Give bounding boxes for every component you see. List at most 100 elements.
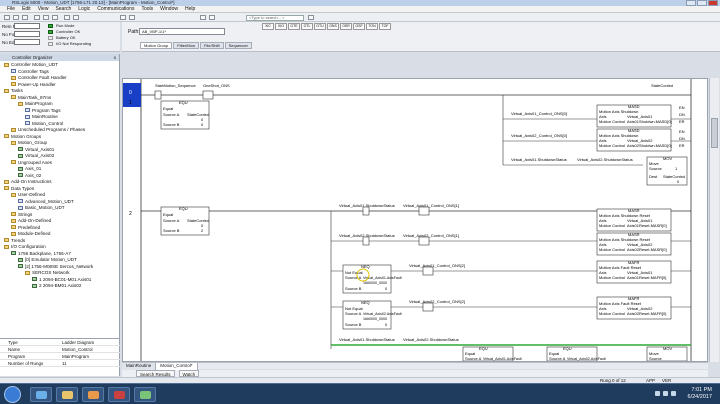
taskbar-media[interactable] xyxy=(82,387,104,402)
tree-item[interactable]: [2] 1756-M08SE Sercos_Network xyxy=(18,264,93,270)
close-icon[interactable]: x xyxy=(114,54,116,61)
zoom-icon[interactable] xyxy=(200,15,206,20)
menu-tools[interactable]: Tools xyxy=(141,6,153,12)
tree-item[interactable]: [0] Emulator Motion_UDT xyxy=(18,257,77,263)
tree-item[interactable]: 2 2094-BM01 Axis02 xyxy=(32,283,81,289)
vertical-scrollbar[interactable] xyxy=(709,78,719,362)
tab-sequencer[interactable]: Sequencer xyxy=(224,42,252,49)
tree-item[interactable]: Advanced_Motion_UDT xyxy=(18,199,74,205)
branch-ons-1: Virtual_Axis01_Control_ONS[0] xyxy=(511,111,567,116)
tree-item[interactable]: Motion_Control xyxy=(25,121,63,127)
save-icon[interactable] xyxy=(22,15,28,20)
ladder-diagram[interactable]: 0 StartMotion_Sequence OneShot_ONS State… xyxy=(123,79,708,362)
menu-file[interactable]: File xyxy=(7,6,15,12)
start-button[interactable] xyxy=(4,386,21,403)
instr-osr[interactable]: OSR xyxy=(340,23,352,30)
tab-motion-control[interactable]: Motion_Control* xyxy=(156,363,198,370)
tree-item[interactable]: Trends xyxy=(4,238,25,244)
instr-xio[interactable]: XIO xyxy=(275,23,287,30)
paste-icon[interactable] xyxy=(52,15,58,20)
tree-item[interactable]: Controller Motion_UDT xyxy=(4,62,58,68)
mafr-mc: Motion Control xyxy=(599,311,625,316)
menu-logic[interactable]: Logic xyxy=(78,6,90,12)
menu-window[interactable]: Window xyxy=(160,6,178,12)
tree-item[interactable]: Tasks xyxy=(4,88,23,94)
menu-help[interactable]: Help xyxy=(185,6,195,12)
menu-view[interactable]: View xyxy=(38,6,49,12)
instr-otl[interactable]: OTL xyxy=(301,23,313,30)
instr-tof[interactable]: TOF xyxy=(379,23,391,30)
taskbar-linx[interactable] xyxy=(134,387,156,402)
tree-item[interactable]: 1756 Backplane, 1756-A7 xyxy=(11,251,71,257)
rung-selector[interactable] xyxy=(123,83,141,107)
search-input[interactable]: <Type to search... > xyxy=(246,15,304,21)
tree-item[interactable]: MainProgram xyxy=(18,101,53,107)
flag-icon[interactable] xyxy=(671,391,676,396)
redo-icon[interactable] xyxy=(73,15,79,20)
instr-xic[interactable]: XIC xyxy=(262,23,274,30)
verify-all-icon[interactable] xyxy=(129,15,135,20)
tree-item[interactable]: MainTask_87ms xyxy=(11,95,51,101)
tree-item[interactable]: Basic_Motion_UDT xyxy=(18,205,65,211)
tree-item[interactable]: Power-Up Handler xyxy=(11,82,56,88)
verify-icon[interactable] xyxy=(120,15,126,20)
menu-search[interactable]: Search xyxy=(55,6,71,12)
tree-item[interactable]: Axis_01 xyxy=(18,166,41,172)
tree-item-label: Virtual_Axis01 xyxy=(25,146,55,152)
taskbar-ie[interactable] xyxy=(30,387,52,402)
tree-item[interactable]: Axis_02 xyxy=(18,173,41,179)
search-go-icon[interactable] xyxy=(308,15,314,20)
instr-ons[interactable]: ONS xyxy=(327,23,339,30)
network-tray-icon[interactable] xyxy=(655,391,660,396)
instr-ton[interactable]: TON xyxy=(366,23,378,30)
new-file-icon[interactable] xyxy=(4,15,10,20)
copy-icon[interactable] xyxy=(43,15,49,20)
tab-mainroutine[interactable]: MainRoutine xyxy=(122,363,157,370)
tree-item[interactable]: Ungrouped Axes xyxy=(11,160,52,166)
mode-dropdown[interactable] xyxy=(14,23,40,29)
scroll-thumb[interactable] xyxy=(711,118,718,148)
edits-dropdown[interactable] xyxy=(14,39,40,45)
forces-dropdown[interactable] xyxy=(14,31,40,37)
tree-item[interactable]: Motion_Group xyxy=(11,140,47,146)
instr-osf[interactable]: OSF xyxy=(353,23,365,30)
neq-name: NEQ xyxy=(361,300,370,305)
menu-edit[interactable]: Edit xyxy=(22,6,31,12)
menu-communications[interactable]: Communications xyxy=(97,6,134,12)
path-input[interactable]: AB_VBP-1\1* xyxy=(139,28,225,35)
taskbar-rslogix[interactable] xyxy=(108,387,130,402)
instr-otu[interactable]: OTU xyxy=(314,23,326,30)
tree-item[interactable]: Program Tags xyxy=(25,108,61,114)
find-icon[interactable] xyxy=(209,15,215,20)
tree-item[interactable]: Data Types xyxy=(4,186,34,192)
volume-icon[interactable] xyxy=(663,391,668,396)
tree-item[interactable]: Predefined xyxy=(11,225,40,231)
instr-ote[interactable]: OTE xyxy=(288,23,300,30)
tree-item[interactable]: SERCOS Network xyxy=(25,270,70,276)
tree-item[interactable]: MainRoutine xyxy=(25,114,58,120)
tree-item[interactable]: Add-On-Defined xyxy=(11,218,51,224)
undo-icon[interactable] xyxy=(64,15,70,20)
clock[interactable]: 7:01 PM 6/24/2017 xyxy=(688,387,712,401)
tree-item[interactable]: Controller Fault Handler xyxy=(11,75,67,81)
ladder-editor[interactable]: 0 StartMotion_Sequence OneShot_ONS State… xyxy=(122,78,708,362)
tree-item[interactable]: I/O Configuration xyxy=(4,244,46,250)
tree-item[interactable]: User-Defined xyxy=(11,192,45,198)
tree-item[interactable]: 1 2094-BC01-M01 Axis01 xyxy=(32,277,91,283)
tree-item[interactable]: Strings xyxy=(11,212,32,218)
tree-item[interactable]: Module-Defined xyxy=(11,231,50,237)
tree-item[interactable]: Motion Groups xyxy=(4,134,41,140)
cut-icon[interactable] xyxy=(34,15,40,20)
taskbar-explorer[interactable] xyxy=(56,387,78,402)
tree-item[interactable]: Add-On Instructions xyxy=(4,179,52,185)
tree-item[interactable]: Virtual_Axis02 xyxy=(18,153,54,159)
tree-item[interactable]: Unscheduled Programs / Phases xyxy=(11,127,85,133)
tab-file-shift[interactable]: File/Shift xyxy=(200,42,224,49)
tab-motion-group[interactable]: Motion Group xyxy=(140,42,173,49)
tab-search-results[interactable]: Search Results xyxy=(136,370,175,377)
open-folder-icon[interactable] xyxy=(13,15,19,20)
tab-filter[interactable]: Filter/Mon xyxy=(173,42,200,49)
tree-item[interactable]: Controller Tags xyxy=(11,69,49,75)
tab-watch[interactable]: Watch xyxy=(178,370,200,377)
tree-item[interactable]: Virtual_Axis01 xyxy=(18,147,54,153)
